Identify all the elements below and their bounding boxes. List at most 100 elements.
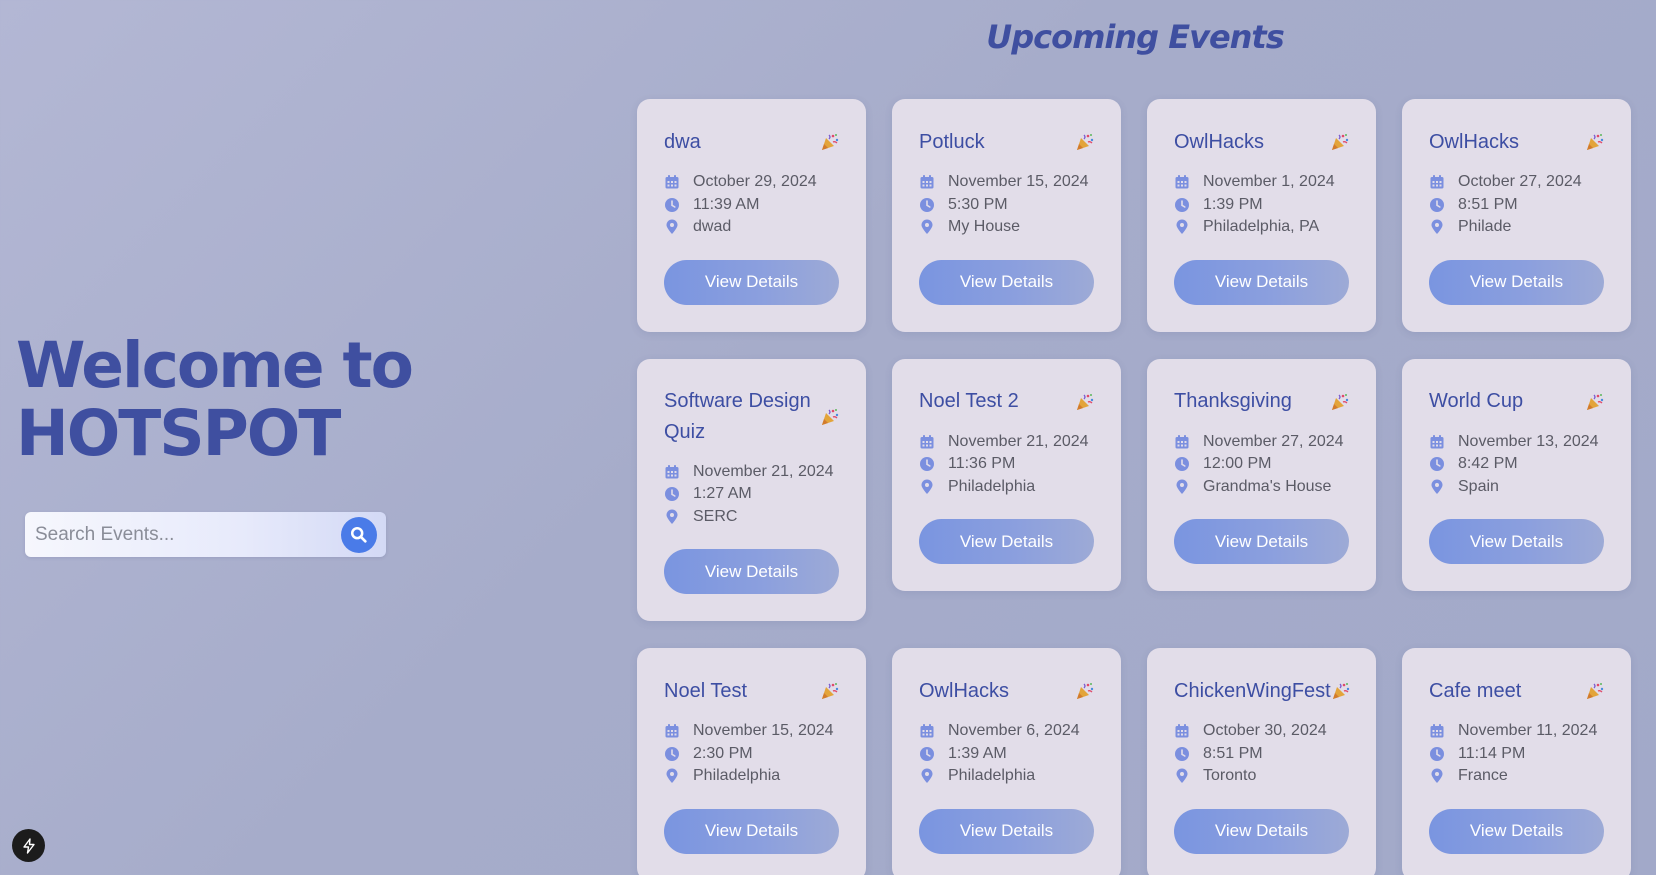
party-popper-icon	[1587, 393, 1604, 410]
search-icon	[350, 526, 367, 543]
view-details-button[interactable]: View Details	[1429, 808, 1604, 854]
view-details-button[interactable]: View Details	[919, 808, 1094, 854]
dev-tools-button[interactable]	[12, 829, 45, 862]
event-time: 12:00 PM	[1174, 453, 1350, 476]
event-date: November 1, 2024	[1174, 171, 1350, 194]
event-location: Toronto	[1174, 765, 1350, 788]
party-popper-icon	[822, 683, 839, 699]
location-pin-icon	[921, 219, 933, 235]
event-title: Software Design Quiz	[664, 389, 811, 443]
event-date-text: October 30, 2024	[1203, 722, 1327, 740]
event-time-text: 1:39 AM	[948, 744, 1007, 762]
view-details-button[interactable]: View Details	[919, 259, 1094, 305]
lightning-icon	[22, 837, 35, 854]
event-location-text: Philadelphia	[948, 767, 1036, 785]
event-card: dwa October 29, 2024 11:39 AM dwad View …	[637, 99, 866, 332]
view-details-button[interactable]: View Details	[664, 549, 839, 594]
event-date: November 13, 2024	[1429, 431, 1605, 454]
calendar-icon	[1175, 434, 1189, 449]
event-card: OwlHacks	[1147, 99, 1376, 332]
event-location-text: My House	[948, 218, 1021, 236]
event-location: Philadelphia	[919, 765, 1095, 788]
event-time-text: 11:36 PM	[948, 455, 1016, 473]
search-input[interactable]	[25, 512, 325, 557]
view-details-button[interactable]: View Details	[664, 259, 839, 305]
event-time: 8:51 PM	[1429, 194, 1605, 217]
event-date-text: October 29, 2024	[693, 173, 817, 191]
event-title: OwlHacks	[919, 679, 1010, 702]
view-details-button[interactable]: View Details	[664, 808, 839, 854]
event-card: Software Design Quiz November 21, 2024 1…	[637, 358, 866, 621]
event-location: Philadelphia	[919, 476, 1095, 499]
view-details-button[interactable]: View Details	[919, 519, 1094, 564]
hero-title: Welcome to HOTSPOT	[16, 332, 436, 468]
event-location-text: Toronto	[1203, 767, 1257, 785]
event-location: Grandma's House	[1174, 476, 1350, 499]
event-date: October 30, 2024	[1174, 720, 1350, 743]
view-details-button[interactable]: View Details	[1429, 259, 1604, 305]
event-time-text: 2:30 PM	[693, 744, 753, 762]
event-location-text: Grandma's House	[1203, 477, 1332, 495]
clock-icon	[665, 197, 679, 212]
event-title: Potluck	[919, 130, 985, 153]
event-time-text: 8:51 PM	[1458, 195, 1518, 213]
event-location-text: Philadelphia, PA	[1203, 218, 1320, 236]
event-location: France	[1429, 765, 1605, 788]
event-time-text: 5:30 PM	[948, 195, 1008, 213]
section-title: Upcoming Events	[986, 18, 1285, 56]
location-pin-icon	[666, 509, 678, 524]
view-details-button[interactable]: View Details	[1429, 519, 1604, 564]
event-title: dwa	[664, 130, 701, 153]
view-details-button[interactable]: View Details	[1174, 808, 1349, 854]
event-card: Noel Test 2 November 21, 2024 11:36 PM P…	[892, 358, 1121, 591]
location-pin-icon	[1431, 768, 1443, 784]
event-date: October 29, 2024	[664, 171, 840, 194]
event-date-text: October 27, 2024	[1458, 173, 1582, 191]
calendar-icon	[920, 434, 934, 449]
calendar-icon	[1430, 434, 1444, 449]
event-date: October 27, 2024	[1429, 171, 1605, 194]
event-time: 1:39 PM	[1174, 194, 1350, 217]
calendar-icon	[665, 464, 679, 479]
hero-section: Welcome to HOTSPOT	[16, 332, 436, 468]
event-date-text: November 6, 2024	[948, 722, 1080, 740]
clock-icon	[665, 487, 679, 502]
event-title: OwlHacks	[1174, 130, 1265, 153]
party-popper-icon	[822, 134, 839, 150]
search-button[interactable]	[341, 517, 377, 553]
event-title: OwlHacks	[1429, 130, 1520, 153]
party-popper-icon	[1587, 134, 1604, 150]
location-pin-icon	[1431, 479, 1443, 494]
location-pin-icon	[1176, 219, 1188, 235]
event-date: November 6, 2024	[919, 720, 1095, 743]
search-bar	[25, 512, 386, 557]
clock-icon	[920, 457, 934, 472]
hero-title-line2: HOTSPOT	[16, 397, 341, 470]
event-location: Philadelphia, PA	[1174, 216, 1350, 239]
event-card: Cafe meet November 11, 2024 11:14 PM Fra…	[1402, 648, 1631, 875]
clock-icon	[1430, 746, 1444, 761]
view-details-button[interactable]: View Details	[1174, 519, 1349, 564]
event-card: Thanksgiving November 27, 2024 12:00 PM …	[1147, 358, 1376, 591]
view-details-button[interactable]: View Details	[1174, 259, 1349, 305]
event-location-text: Philade	[1458, 218, 1512, 236]
event-location-text: France	[1458, 767, 1508, 785]
event-time: 11:36 PM	[919, 453, 1095, 476]
event-title: World Cup	[1429, 390, 1524, 412]
location-pin-icon	[921, 768, 933, 784]
party-popper-icon	[1587, 683, 1604, 699]
location-pin-icon	[666, 768, 678, 784]
event-title: Cafe meet	[1429, 679, 1522, 702]
clock-icon	[1175, 457, 1189, 472]
event-title: Thanksgiving	[1174, 390, 1292, 412]
event-card: Potluck November 15, 2024 5:30 PM My Hou…	[892, 99, 1121, 332]
clock-icon	[920, 197, 934, 212]
event-time-text: 1:27 AM	[693, 485, 752, 503]
event-date-text: November 15, 2024	[948, 173, 1089, 191]
clock-icon	[665, 746, 679, 761]
event-date: November 11, 2024	[1429, 720, 1605, 743]
event-time: 5:30 PM	[919, 194, 1095, 217]
party-popper-icon	[1332, 134, 1349, 150]
clock-icon	[920, 746, 934, 761]
event-title: ChickenWingFest	[1174, 679, 1331, 702]
